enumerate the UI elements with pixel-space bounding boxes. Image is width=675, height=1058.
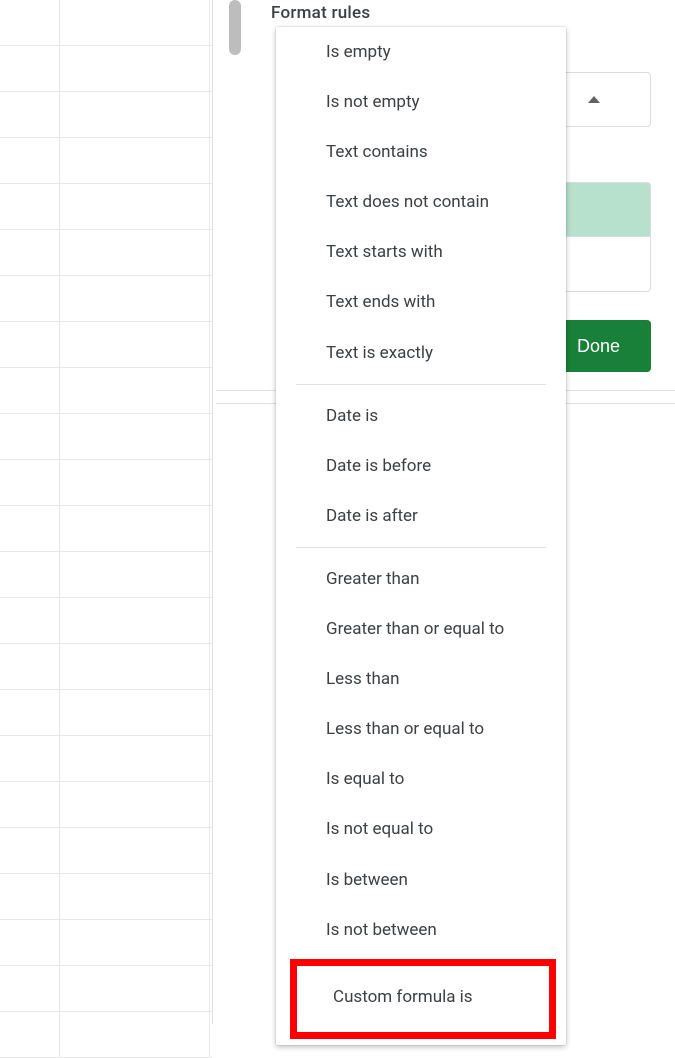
highlighted-option-box: Custom formula is	[290, 959, 556, 1039]
option-is-not-equal-to[interactable]: Is not equal to	[276, 804, 566, 854]
option-is-not-empty[interactable]: Is not empty	[276, 77, 566, 127]
format-rules-heading: Format rules	[271, 3, 675, 23]
option-less-than[interactable]: Less than	[276, 654, 566, 704]
option-less-than-or-equal[interactable]: Less than or equal to	[276, 704, 566, 754]
option-is-not-between[interactable]: Is not between	[276, 905, 566, 955]
option-text-starts-with[interactable]: Text starts with	[276, 227, 566, 277]
option-date-is-before[interactable]: Date is before	[276, 441, 566, 491]
dropdown-caret-icon	[588, 96, 600, 103]
option-is-equal-to[interactable]: Is equal to	[276, 754, 566, 804]
option-greater-than-or-equal[interactable]: Greater than or equal to	[276, 604, 566, 654]
option-greater-than[interactable]: Greater than	[276, 554, 566, 604]
format-rules-dropdown: Is empty Is not empty Text contains Text…	[276, 27, 566, 1045]
option-is-empty[interactable]: Is empty	[276, 27, 566, 77]
spreadsheet-grid[interactable]	[0, 0, 213, 1024]
option-text-contains[interactable]: Text contains	[276, 127, 566, 177]
option-text-is-exactly[interactable]: Text is exactly	[276, 328, 566, 378]
menu-separator	[296, 384, 546, 385]
option-text-does-not-contain[interactable]: Text does not contain	[276, 177, 566, 227]
menu-separator	[296, 547, 546, 548]
option-custom-formula-is[interactable]: Custom formula is	[297, 966, 549, 1032]
option-text-ends-with[interactable]: Text ends with	[276, 277, 566, 327]
option-is-between[interactable]: Is between	[276, 855, 566, 905]
option-date-is-after[interactable]: Date is after	[276, 491, 566, 541]
option-date-is[interactable]: Date is	[276, 391, 566, 441]
